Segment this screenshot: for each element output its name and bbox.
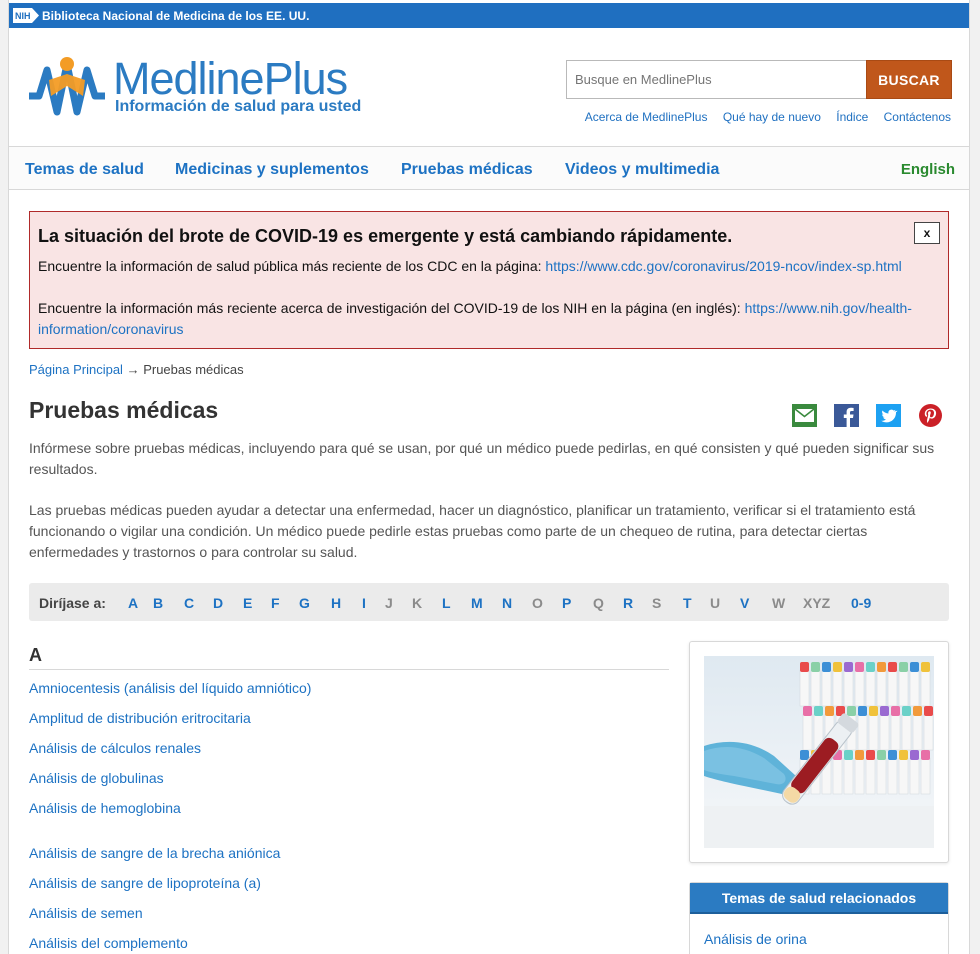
alert-close-button[interactable]: x: [914, 222, 940, 244]
alphabet-letter-e[interactable]: E: [243, 595, 252, 611]
list-item[interactable]: Amplitud de distribución eritrocitaria: [29, 710, 251, 726]
alphabet-letter-r[interactable]: R: [623, 595, 633, 611]
nav-english[interactable]: English: [901, 161, 955, 178]
logo-mark-icon: [29, 57, 105, 116]
alphabet-letter-h[interactable]: H: [331, 595, 341, 611]
breadcrumb-home[interactable]: Página Principal: [29, 362, 123, 377]
index-link[interactable]: Índice: [836, 110, 868, 124]
alphabet-letter-d[interactable]: D: [213, 595, 223, 611]
alphabet-letter-o: O: [532, 595, 543, 611]
alphabet-letter-p[interactable]: P: [562, 595, 571, 611]
list-item[interactable]: Análisis de globulinas: [29, 770, 164, 786]
nav-health-topics[interactable]: Temas de salud: [25, 161, 144, 179]
medlineplus-logo[interactable]: MedlinePlus Información de salud para us…: [27, 53, 361, 120]
list-item[interactable]: Análisis de sangre de lipoproteína (a): [29, 875, 261, 891]
breadcrumb: Página Principal → Pruebas médicas: [29, 362, 244, 377]
alphabet-letter-xyz: XYZ: [803, 595, 831, 611]
page: NIH Biblioteca Nacional de Medicina de l…: [8, 0, 970, 954]
logo-wordmark: MedlinePlus: [113, 53, 348, 104]
alphabet-letter-0-9[interactable]: 0-9: [851, 595, 871, 611]
nih-bar: NIH Biblioteca Nacional de Medicina de l…: [9, 3, 969, 28]
nav-medical-tests[interactable]: Pruebas médicas: [401, 161, 533, 179]
alphabet-letter-v[interactable]: V: [740, 595, 749, 611]
alphabet-letter-q: Q: [593, 595, 604, 611]
twitter-icon[interactable]: [876, 404, 901, 427]
related-topics-title: Temas de salud relacionados: [690, 883, 948, 914]
alphabet-letter-u: U: [710, 595, 721, 611]
list-item[interactable]: Análisis de sangre de la brecha aniónica: [29, 845, 280, 861]
related-topics-card: Temas de salud relacionados Análisis de …: [689, 882, 949, 954]
page-title: Pruebas médicas: [29, 397, 219, 423]
alphabet-letter-c[interactable]: C: [184, 595, 194, 611]
nih-bar-text: Biblioteca Nacional de Medicina de los E…: [42, 9, 310, 23]
contact-link[interactable]: Contáctenos: [884, 110, 951, 124]
alphabet-letter-j: J: [385, 595, 393, 611]
cdc-link[interactable]: https://www.cdc.gov/coronavirus/2019-nco…: [545, 258, 901, 274]
nav-drugs-supplements[interactable]: Medicinas y suplementos: [175, 161, 369, 179]
email-icon[interactable]: [792, 404, 817, 427]
alphabet-letter-b[interactable]: B: [153, 595, 163, 611]
alphabet-letter-f[interactable]: F: [271, 595, 280, 611]
facebook-icon[interactable]: [834, 404, 859, 427]
whats-new-link[interactable]: Qué hay de nuevo: [723, 110, 821, 124]
alphabet-letter-n[interactable]: N: [502, 595, 512, 611]
breadcrumb-current: Pruebas médicas: [143, 362, 244, 377]
alphabet-letter-i[interactable]: I: [362, 595, 366, 611]
section-divider: [29, 669, 669, 670]
alphabet-letter-g[interactable]: G: [299, 595, 310, 611]
list-item[interactable]: Análisis de hemoglobina: [29, 800, 181, 816]
alphabet-letter-k: K: [412, 595, 423, 611]
intro-paragraph-2: Las pruebas médicas pueden ayudar a dete…: [29, 502, 916, 560]
alert-line-nih: Encuentre la información más reciente ac…: [38, 300, 912, 337]
list-item[interactable]: Análisis de semen: [29, 905, 143, 921]
search-button[interactable]: BUSCAR: [866, 60, 952, 99]
alphabet-label: Diríjase a:: [39, 595, 106, 611]
intro-paragraph-1: Infórmese sobre pruebas médicas, incluye…: [29, 440, 935, 477]
svg-text:NIH: NIH: [15, 11, 31, 21]
nav-videos-multimedia[interactable]: Videos y multimedia: [565, 161, 719, 179]
covid-alert: La situación del brote de COVID-19 es em…: [29, 211, 949, 349]
alphabet-letter-l[interactable]: L: [442, 595, 451, 611]
search-input[interactable]: [566, 60, 866, 99]
about-link[interactable]: Acerca de MedlinePlus: [585, 110, 708, 124]
alphabet-letter-m[interactable]: M: [471, 595, 483, 611]
logo-tagline: Información de salud para usted: [115, 98, 362, 115]
section-letter: A: [29, 645, 42, 665]
blood-test-tubes-photo: [704, 656, 934, 848]
image-card: [689, 641, 949, 863]
pinterest-icon[interactable]: [918, 404, 943, 427]
nih-icon: NIH: [13, 8, 39, 23]
list-item[interactable]: Análisis del complemento: [29, 935, 188, 951]
alert-title: La situación del brote de COVID-19 es em…: [38, 226, 733, 246]
list-item[interactable]: Amniocentesis (análisis del líquido amni…: [29, 680, 311, 696]
alphabet-letter-w: W: [772, 595, 786, 611]
alphabet-letter-a[interactable]: A: [128, 595, 138, 611]
main-nav: Temas de salud Medicinas y suplementos P…: [9, 146, 969, 190]
alphabet-nav: Diríjase a: A B C D E F G H I J K L M N O P Q R S T U V W XYZ 0-…: [29, 583, 949, 621]
top-links: Acerca de MedlinePlus Qué hay de nuevo Í…: [573, 110, 951, 124]
alphabet-letter-t[interactable]: T: [683, 595, 692, 611]
alphabet-letter-s: S: [652, 595, 662, 611]
list-item[interactable]: Análisis de cálculos renales: [29, 740, 201, 756]
related-topic-link[interactable]: Análisis de orina: [704, 931, 807, 947]
alert-line-cdc: Encuentre la información de salud públic…: [38, 258, 902, 274]
